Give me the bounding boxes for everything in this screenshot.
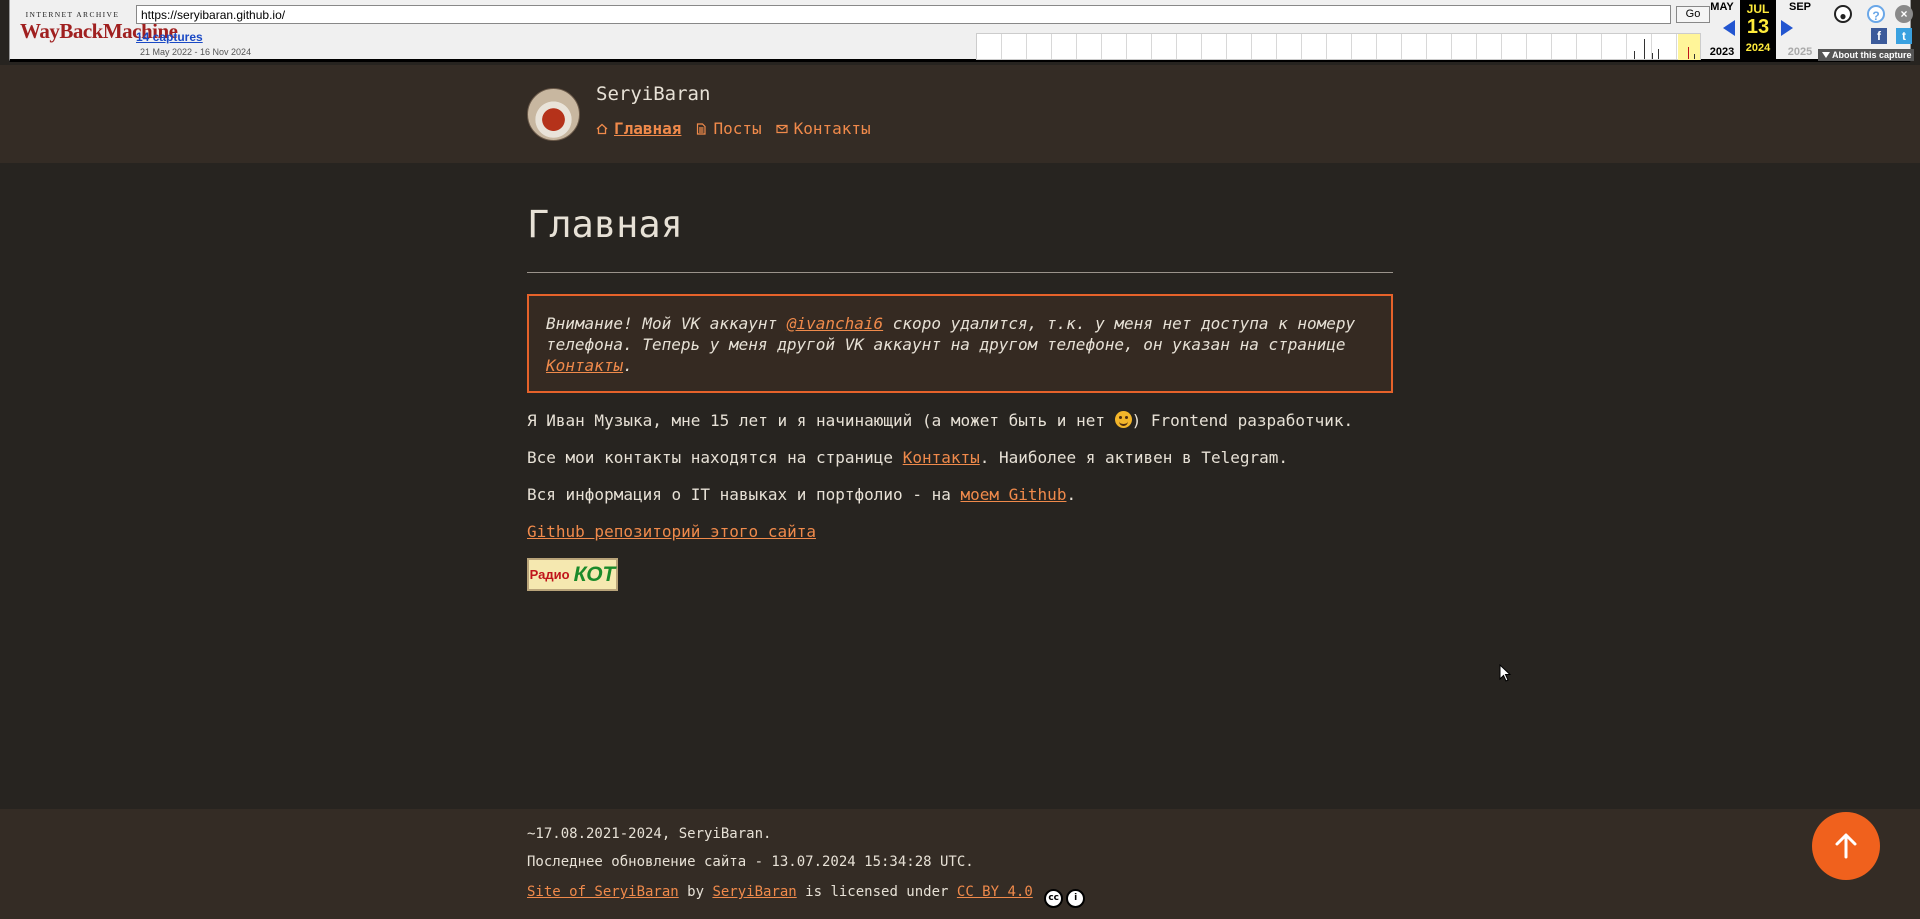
badge-text-1: Радио (529, 567, 570, 582)
footer-license: Site of SeryiBaran by SeryiBaran is lice… (527, 884, 1086, 908)
wayback-logo[interactable]: INTERNET ARCHIVE WayBackMachine (20, 10, 178, 52)
user-icon[interactable]: ● (1834, 5, 1852, 23)
help-icon[interactable]: ? (1867, 5, 1885, 23)
wayback-logo-top: INTERNET ARCHIVE (25, 10, 120, 19)
sparkline-bar (1634, 51, 1635, 59)
about-capture-button[interactable]: About this capture (1818, 49, 1914, 61)
footer-text: by (678, 884, 713, 900)
close-icon[interactable]: × (1895, 5, 1913, 23)
contacts-link[interactable]: Контакты (903, 448, 980, 467)
site-header (0, 65, 1920, 163)
github-paragraph: Вся информация о IT навыках и портфолио … (527, 485, 1076, 504)
contacts-text: Все мои контакты находятся на странице (527, 448, 903, 467)
author-link[interactable]: SeryiBaran (712, 884, 796, 900)
sparkline-bar (1658, 49, 1659, 59)
prev-month[interactable]: MAY (1704, 1, 1740, 13)
avatar[interactable] (527, 88, 580, 141)
github-link[interactable]: моем Github (960, 485, 1066, 504)
sparkline-current-highlight (1678, 34, 1700, 60)
license-link[interactable]: CC BY 4.0 (957, 884, 1033, 900)
nav-item-home[interactable]: Главная (596, 119, 681, 138)
contacts-paragraph: Все мои контакты находятся на странице К… (527, 448, 1288, 467)
notice-text: . (623, 356, 633, 375)
next-capture-icon[interactable] (1781, 20, 1793, 36)
captures-range: 21 May 2022 - 16 Nov 2024 (140, 47, 252, 57)
capture-sparkline[interactable] (976, 33, 1701, 60)
repo-link[interactable]: Github репозиторий этого сайта (527, 522, 816, 541)
next-month[interactable]: SEP (1782, 1, 1818, 13)
captures-link[interactable]: 14 captures (136, 30, 203, 44)
nav-item-posts[interactable]: Посты (695, 119, 762, 138)
github-text: Вся информация о IT навыках и портфолио … (527, 485, 961, 504)
wayback-toolbar-inner: INTERNET ARCHIVE WayBackMachine https://… (9, 0, 1914, 62)
prev-year[interactable]: 2023 (1704, 46, 1740, 58)
nav-item-label: Посты (713, 119, 762, 138)
vk-link[interactable]: @ivanchai6 (787, 314, 883, 333)
nav-item-label: Контакты (793, 119, 871, 138)
nav-item-label: Главная (614, 119, 682, 138)
scroll-to-top-button[interactable] (1812, 812, 1880, 880)
sparkline-bar (1644, 39, 1645, 59)
github-text: . (1066, 485, 1077, 504)
home-icon (596, 123, 608, 134)
nav-item-contacts[interactable]: Контакты (776, 119, 871, 138)
cc-icon: cc (1044, 889, 1064, 908)
arrow-up-icon (1835, 833, 1857, 859)
twitter-icon[interactable]: t (1896, 28, 1912, 44)
facebook-icon[interactable]: f (1871, 28, 1887, 44)
site-title[interactable]: SeryiBaran (596, 83, 710, 105)
next-year[interactable]: 2025 (1782, 46, 1818, 58)
site-link[interactable]: Site of SeryiBaran (527, 884, 679, 900)
intro-text: ) Frontend разработчик. (1131, 411, 1354, 430)
notice-text: Внимание! Мой VK аккаунт (546, 314, 787, 333)
sparkline-bar (1652, 53, 1653, 59)
badge-text-2: КОТ (573, 562, 616, 586)
sparkline-bar (1688, 47, 1689, 59)
footer-updated: Последнее обновление сайта - 13.07.2024 … (527, 854, 974, 870)
notice-contacts-link[interactable]: Контакты (546, 356, 623, 375)
divider (527, 272, 1393, 273)
prev-capture-icon[interactable] (1723, 20, 1735, 36)
main-nav: Главная Посты Контакты (596, 119, 871, 138)
footer-copyright: ~17.08.2021-2024, SeryiBaran. (527, 826, 772, 842)
current-day: 13 (1746, 16, 1770, 38)
current-month: JUL (1746, 2, 1770, 16)
repo-paragraph: Github репозиторий этого сайта (527, 522, 816, 541)
wayback-url-input[interactable]: https://seryibaran.github.io/ (136, 5, 1671, 24)
wayback-logo-main: WayBackMachine (20, 19, 178, 43)
wayback-toolbar: INTERNET ARCHIVE WayBackMachine https://… (0, 0, 1920, 65)
mouse-cursor-icon (1499, 664, 1512, 682)
sparkline-bar (1694, 54, 1695, 59)
intro-text: Я Иван Музыка, мне 15 лет и я начинающий… (527, 411, 1115, 430)
attribution-icon: i (1066, 889, 1086, 908)
contacts-text: . Наиболее я активен в Telegram. (979, 448, 1288, 467)
notice-box: Внимание! Мой VK аккаунт @ivanchai6 скор… (527, 294, 1393, 393)
current-year: 2024 (1745, 42, 1771, 54)
page-title: Главная (527, 203, 683, 246)
mail-icon (776, 124, 788, 133)
current-capture-date: JUL 13 2024 (1740, 0, 1776, 62)
radiokot-badge[interactable]: Радио КОТ (527, 558, 618, 591)
intro-paragraph: Я Иван Музыка, мне 15 лет и я начинающий… (527, 411, 1353, 430)
footer-text: is licensed under (796, 884, 957, 900)
wink-emoji-icon (1114, 411, 1132, 428)
document-icon (697, 122, 707, 135)
